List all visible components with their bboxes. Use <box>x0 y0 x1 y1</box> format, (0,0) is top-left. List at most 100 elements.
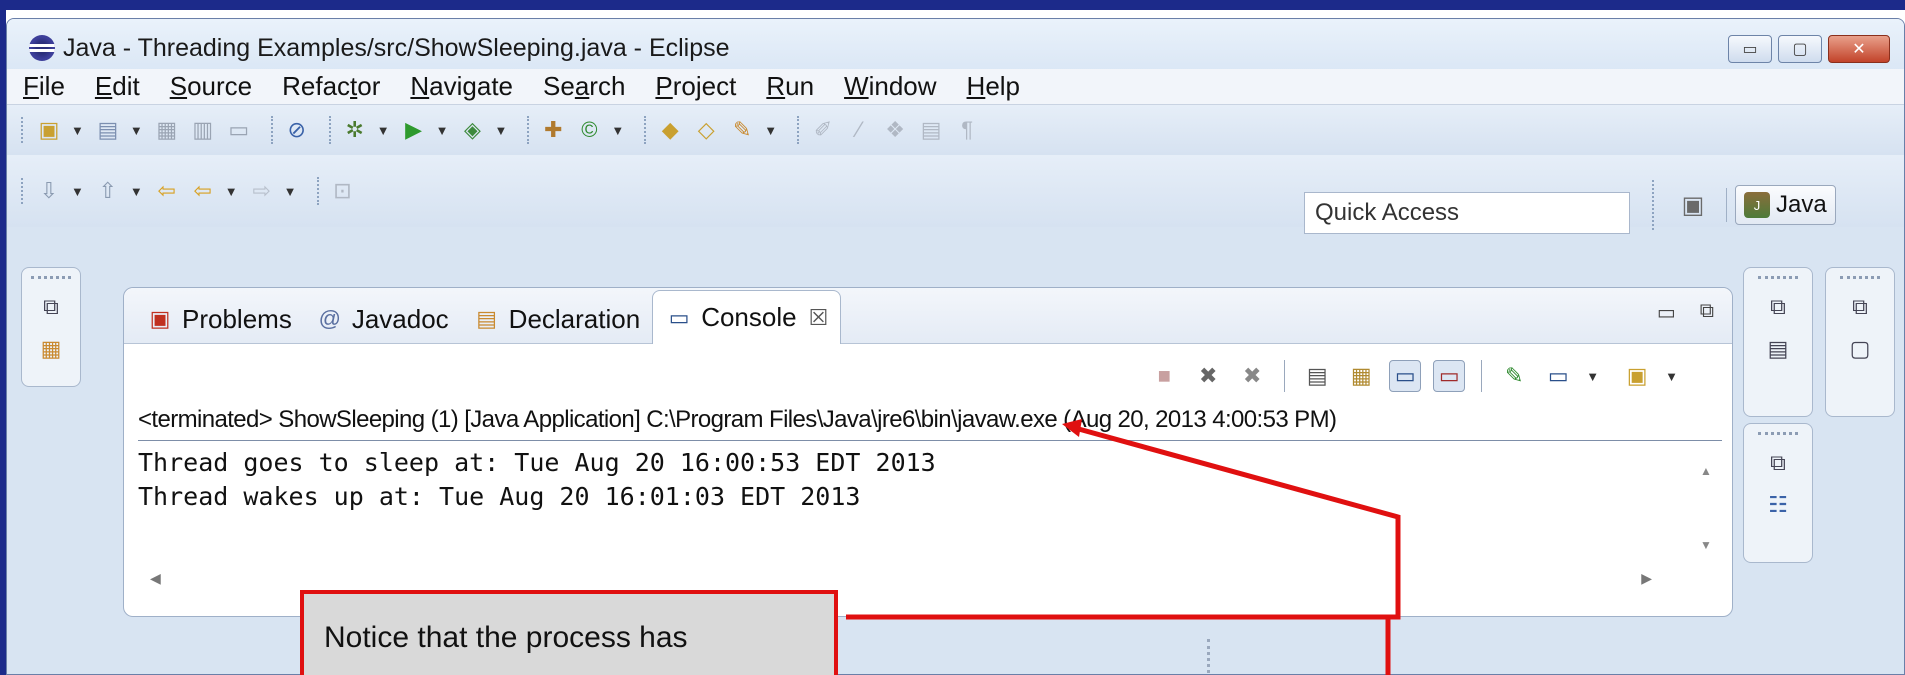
new-icon[interactable]: ▣ <box>35 116 63 144</box>
open-folder-icon[interactable]: ◇ <box>692 116 720 144</box>
console-view-panel: ▣ Problems @ Javadoc ▤ Declaration ▭ Con… <box>123 287 1733 617</box>
back-dropdown-icon[interactable]: ▼ <box>225 184 238 199</box>
toggle-breadcrumb-icon[interactable]: ❖ <box>881 116 909 144</box>
menu-run[interactable]: Run <box>766 71 814 102</box>
maximize-button[interactable]: ▢ <box>1778 35 1822 63</box>
quick-access-input[interactable]: Quick Access <box>1304 192 1630 234</box>
tab-declaration[interactable]: ▤ Declaration <box>461 295 653 343</box>
forward-dropdown-icon[interactable]: ▼ <box>284 184 297 199</box>
menu-edit[interactable]: Edit <box>95 71 140 102</box>
minimize-button[interactable]: ▭ <box>1728 35 1772 63</box>
external-tools-dropdown-icon[interactable]: ▼ <box>495 123 508 138</box>
new-java-package-icon[interactable]: ✚ <box>539 116 567 144</box>
run-dropdown-icon[interactable]: ▼ <box>436 123 449 138</box>
tab-problems[interactable]: ▣ Problems <box>134 295 304 343</box>
remove-all-terminated-icon[interactable]: ✖ <box>1236 360 1268 392</box>
menu-project[interactable]: Project <box>655 71 736 102</box>
debug-dropdown-icon[interactable]: ▼ <box>377 123 390 138</box>
open-perspective-icon[interactable]: ▣ <box>1676 188 1710 222</box>
menu-window[interactable]: Window <box>844 71 936 102</box>
toolbar-separator <box>644 116 647 144</box>
java-perspective-button[interactable]: J Java <box>1735 185 1836 225</box>
external-tools-icon[interactable]: ◈ <box>459 116 487 144</box>
last-edit-location-icon[interactable]: ⇦ <box>153 177 181 205</box>
menu-refactor[interactable]: Refactor <box>282 71 380 102</box>
debug-icon[interactable]: ✲ <box>341 116 369 144</box>
toolbar-grip[interactable] <box>21 117 25 143</box>
scroll-right-icon[interactable]: ▶ <box>1641 570 1652 587</box>
open-type-icon[interactable]: ◆ <box>656 116 684 144</box>
forward-icon[interactable]: ⇨ <box>248 177 276 205</box>
new-java-class-dropdown-icon[interactable]: ▼ <box>611 123 624 138</box>
previous-annotation-icon[interactable]: ⇧ <box>94 177 122 205</box>
status-grip[interactable] <box>1207 639 1211 674</box>
restore-icon[interactable]: ⧉ <box>36 292 66 322</box>
tab-javadoc[interactable]: @ Javadoc <box>304 295 461 343</box>
outline-icon[interactable]: ☷ <box>1763 490 1793 520</box>
search-dropdown-icon[interactable]: ▼ <box>764 123 777 138</box>
toggle-mark-occurrences-icon[interactable]: ✐ <box>809 116 837 144</box>
menu-help[interactable]: Help <box>967 71 1020 102</box>
trim-grip[interactable] <box>1758 432 1798 436</box>
close-button[interactable]: ✕ <box>1828 35 1890 63</box>
pin-console-icon[interactable]: ✎ <box>1498 360 1530 392</box>
open-console-dropdown-icon[interactable]: ▼ <box>1665 369 1678 384</box>
clear-console-icon[interactable]: ▤ <box>1301 360 1333 392</box>
terminate-icon[interactable]: ■ <box>1148 360 1180 392</box>
trim-grip[interactable] <box>1758 276 1798 280</box>
show-on-stderr-icon[interactable]: ▭ <box>1433 360 1466 392</box>
pin-editor-icon[interactable]: ⊡ <box>329 177 357 205</box>
scroll-left-icon[interactable]: ◀ <box>150 570 161 587</box>
new-class-dropdown-icon[interactable]: ▼ <box>130 123 143 138</box>
skip-breakpoints-icon[interactable]: ⊘ <box>283 116 311 144</box>
menu-source[interactable]: Source <box>170 71 252 102</box>
vertical-scrollbar[interactable]: ▲ ▼ <box>1696 446 1718 572</box>
console-output[interactable]: Thread goes to sleep at: Tue Aug 20 16:0… <box>138 446 1722 572</box>
restore-icon[interactable]: ⧉ <box>1763 448 1793 478</box>
menu-navigate[interactable]: Navigate <box>410 71 513 102</box>
show-whitespace-icon[interactable]: ¶ <box>953 116 981 144</box>
remove-launch-icon[interactable]: ✖ <box>1192 360 1224 392</box>
toggle-highlight-icon[interactable]: ⁄ <box>845 116 873 144</box>
toolbar-grip[interactable] <box>21 178 25 204</box>
perspective-grip[interactable] <box>1652 180 1656 230</box>
trim-grip[interactable] <box>1840 276 1880 280</box>
view-tab-strip: ▣ Problems @ Javadoc ▤ Declaration ▭ Con… <box>124 288 1732 344</box>
search-icon[interactable]: ✎ <box>728 116 756 144</box>
scroll-down-icon[interactable]: ▼ <box>1700 538 1712 552</box>
next-annotation-dropdown-icon[interactable]: ▼ <box>71 184 84 199</box>
display-console-dropdown-icon[interactable]: ▼ <box>1586 369 1599 384</box>
maximize-view-icon[interactable]: ⧉ <box>1700 300 1714 325</box>
console-icon: ▭ <box>668 304 690 330</box>
print-icon[interactable]: ▭ <box>225 116 253 144</box>
trim-grip[interactable] <box>31 276 71 280</box>
close-tab-icon[interactable]: ☒ <box>809 305 829 331</box>
show-on-stdout-icon[interactable]: ▭ <box>1389 360 1422 392</box>
scroll-lock-icon[interactable]: ▦ <box>1345 360 1377 392</box>
scroll-up-icon[interactable]: ▲ <box>1700 464 1712 478</box>
previous-annotation-dropdown-icon[interactable]: ▼ <box>130 184 143 199</box>
save-icon[interactable]: ▦ <box>153 116 181 144</box>
restore-icon[interactable]: ⧉ <box>1763 292 1793 322</box>
save-all-icon[interactable]: ▥ <box>189 116 217 144</box>
palette-icon[interactable]: ▢ <box>1845 334 1875 364</box>
task-list-icon[interactable]: ▤ <box>1763 334 1793 364</box>
annotation-callout: Notice that the process has <box>300 590 838 675</box>
restore-icon[interactable]: ⧉ <box>1845 292 1875 322</box>
back-icon[interactable]: ⇦ <box>189 177 217 205</box>
new-dropdown-icon[interactable]: ▼ <box>71 123 84 138</box>
minimize-view-icon[interactable]: ▭ <box>1657 300 1676 325</box>
next-annotation-icon[interactable]: ⇩ <box>35 177 63 205</box>
display-selected-console-icon[interactable]: ▭ <box>1542 360 1574 392</box>
tab-console[interactable]: ▭ Console ☒ <box>652 290 842 344</box>
new-java-class-icon[interactable]: © <box>575 116 603 144</box>
block-selection-icon[interactable]: ▤ <box>917 116 945 144</box>
view-controls: ▭ ⧉ <box>1657 300 1714 325</box>
open-console-icon[interactable]: ▣ <box>1621 360 1653 392</box>
new-class-icon[interactable]: ▤ <box>94 116 122 144</box>
right-trim-stack-3: ⧉ ☷ <box>1743 423 1813 563</box>
run-icon[interactable]: ▶ <box>400 116 428 144</box>
menu-file[interactable]: File <box>23 71 65 102</box>
hierarchy-icon[interactable]: ▦ <box>36 334 66 364</box>
menu-search[interactable]: Search <box>543 71 625 102</box>
